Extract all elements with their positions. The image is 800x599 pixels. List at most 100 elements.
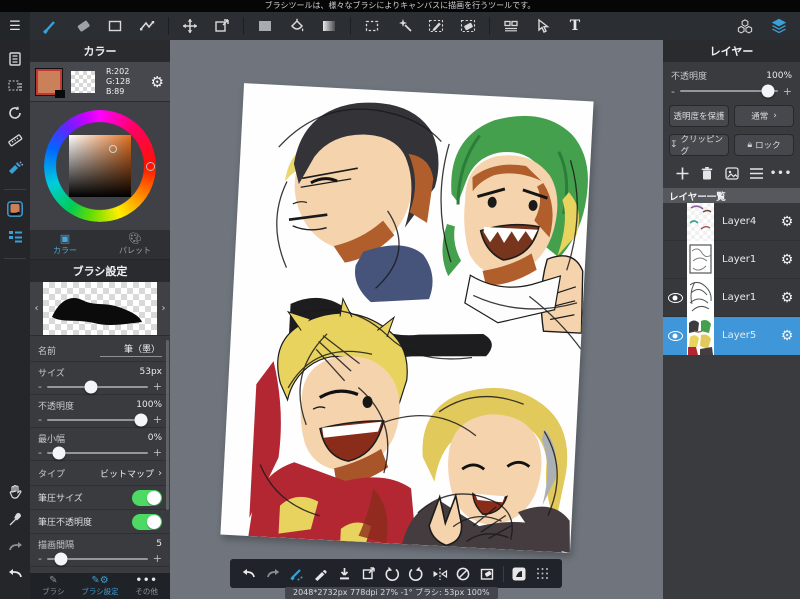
flip-horizontal-button[interactable]	[431, 565, 448, 582]
rotate-reset-icon[interactable]	[6, 104, 24, 122]
material-quick-button[interactable]	[510, 565, 527, 582]
clipping-button[interactable]: ↧ クリッピング	[669, 134, 729, 157]
redo-button[interactable]	[265, 565, 282, 582]
save-button[interactable]	[336, 565, 353, 582]
hue-marker[interactable]	[146, 162, 155, 171]
minus-button[interactable]: -	[38, 552, 42, 565]
lock-icon: 🔒︎	[747, 140, 753, 150]
min-width-slider[interactable]	[46, 446, 148, 459]
foreground-color-swatch[interactable]	[35, 67, 65, 98]
brush-type-row[interactable]: タイプ ビットマップ ›	[30, 461, 170, 486]
visibility-toggle[interactable]	[663, 292, 687, 303]
brush-name-value[interactable]: 筆（墨）	[99, 342, 162, 357]
layer-gear-icon[interactable]: ⚙	[774, 252, 800, 268]
opacity-slider[interactable]	[46, 413, 148, 426]
add-layer-button[interactable]	[673, 165, 691, 181]
brush-stroke-preview[interactable]	[43, 282, 157, 335]
select-menu-icon[interactable]	[6, 77, 24, 95]
divide-tool-button[interactable]	[502, 17, 520, 35]
minus-button[interactable]: -	[38, 380, 42, 393]
layer-gear-icon[interactable]: ⚙	[774, 328, 800, 344]
clear-button[interactable]	[479, 565, 496, 582]
background-color-swatch[interactable]	[71, 70, 95, 93]
tab-palette[interactable]: 🎨︎ パレット	[100, 230, 170, 259]
color-settings-gear-icon[interactable]: ⚙	[151, 73, 164, 91]
tab-other[interactable]: ••• その他	[123, 573, 170, 599]
protect-alpha-button[interactable]: 透明度を保護	[669, 105, 729, 127]
rotate-cw-button[interactable]	[407, 565, 424, 582]
redo-icon[interactable]	[6, 537, 24, 555]
gradient-tool-button[interactable]	[320, 17, 338, 35]
tab-brush-settings[interactable]: ✎⚙ ブラシ設定	[77, 573, 124, 599]
transform-tool-button[interactable]	[213, 17, 231, 35]
undo-icon[interactable]	[6, 564, 24, 582]
rotate-ccw-button[interactable]	[384, 565, 401, 582]
select-pen-tool-button[interactable]	[427, 17, 445, 35]
layer-more-button[interactable]: •••	[770, 165, 791, 181]
export-button[interactable]	[360, 565, 377, 582]
pressure-size-toggle[interactable]	[132, 489, 162, 506]
hand-tool-icon[interactable]	[6, 483, 24, 501]
layer-row[interactable]: Layer1 ⚙	[663, 278, 800, 317]
pressure-opacity-toggle[interactable]	[132, 513, 162, 530]
undo-button[interactable]	[241, 565, 258, 582]
canvas-workspace[interactable]: 2048*2732px 778dpi 27% -1° ブラシ: 53px 100…	[170, 40, 663, 599]
material-panel-button[interactable]	[736, 17, 754, 35]
pages-icon[interactable]	[6, 50, 24, 68]
duplicate-layer-button[interactable]	[723, 165, 741, 181]
text-tool-button[interactable]: T	[566, 17, 584, 35]
color-swatch-icon[interactable]	[6, 200, 24, 218]
brush-select-button[interactable]	[288, 565, 305, 582]
lock-button[interactable]: 🔒︎ ロック	[734, 134, 794, 156]
plus-button[interactable]: +	[783, 85, 792, 98]
saturation-value-box[interactable]	[69, 135, 131, 197]
brush-list-icon[interactable]	[6, 227, 24, 245]
bucket-tool-button[interactable]	[288, 17, 306, 35]
airbrush-icon[interactable]	[6, 158, 24, 176]
blend-mode-button[interactable]: 通常 ›	[734, 105, 794, 127]
layer-gear-icon[interactable]: ⚙	[774, 290, 800, 306]
minus-button[interactable]: -	[38, 413, 42, 426]
fill-rect-tool-button[interactable]	[256, 17, 274, 35]
layer-row[interactable]: Layer1 ⚙	[663, 240, 800, 279]
tab-brush[interactable]: ✎ ブラシ	[30, 573, 77, 599]
move-tool-button[interactable]	[181, 17, 199, 35]
eye-icon	[667, 292, 683, 303]
layers-panel-button[interactable]	[770, 17, 788, 35]
interval-slider[interactable]	[46, 552, 148, 565]
layer-list-button[interactable]	[747, 165, 765, 181]
prev-brush-chevron[interactable]: ‹	[30, 282, 43, 335]
layer-gear-icon[interactable]: ⚙	[774, 214, 800, 230]
eyedropper-tool-icon[interactable]	[6, 510, 24, 528]
deselect-button[interactable]	[455, 565, 472, 582]
minus-button[interactable]: -	[38, 446, 42, 459]
panel-scrollbar[interactable]	[166, 340, 169, 510]
layer-opacity-slider[interactable]	[679, 84, 778, 98]
curve-tool-button[interactable]	[138, 17, 156, 35]
visibility-toggle[interactable]	[663, 330, 687, 341]
next-brush-chevron[interactable]: ›	[157, 282, 170, 335]
main-menu-button[interactable]: ☰	[0, 12, 30, 40]
eraser-tool-button[interactable]	[74, 17, 92, 35]
layer-row-selected[interactable]: Layer5 ⚙	[663, 316, 800, 355]
grid-button[interactable]	[534, 565, 551, 582]
plus-button[interactable]: +	[153, 413, 162, 426]
plus-button[interactable]: +	[153, 380, 162, 393]
shape-tool-button[interactable]	[106, 17, 124, 35]
plus-button[interactable]: +	[153, 552, 162, 565]
sv-marker[interactable]	[109, 145, 117, 153]
operation-tool-button[interactable]	[534, 17, 552, 35]
brush-tool-button[interactable]	[42, 17, 60, 35]
select-eraser-tool-button[interactable]	[459, 17, 477, 35]
layer-row[interactable]: Layer4 ⚙	[663, 202, 800, 241]
tab-color[interactable]: ▣ カラー	[30, 230, 100, 259]
delete-layer-button[interactable]	[698, 165, 716, 181]
magic-wand-tool-button[interactable]	[395, 17, 413, 35]
plus-button[interactable]: +	[153, 446, 162, 459]
select-tool-button[interactable]	[363, 17, 381, 35]
minus-button[interactable]: -	[671, 85, 675, 98]
drawing-canvas[interactable]	[220, 83, 594, 553]
size-slider[interactable]	[46, 380, 148, 393]
ruler-icon[interactable]	[6, 131, 24, 149]
pen-button[interactable]	[312, 565, 329, 582]
